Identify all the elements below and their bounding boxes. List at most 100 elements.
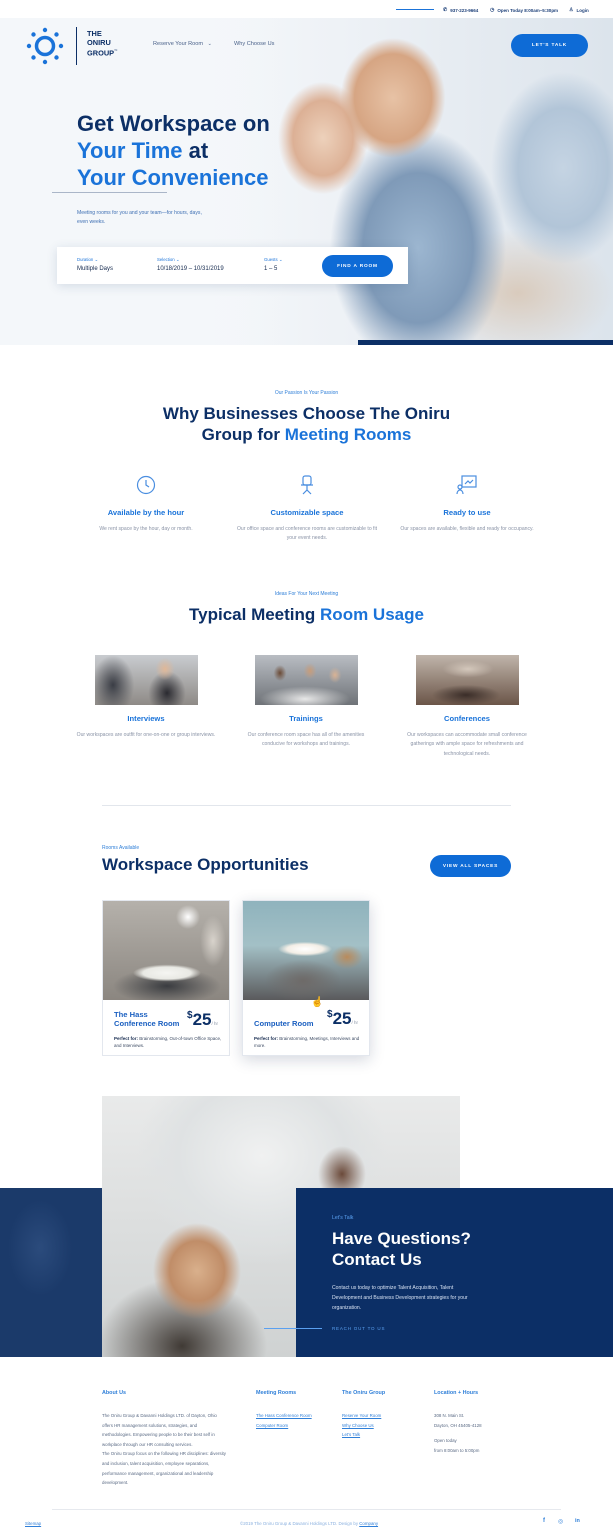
usage-desc: Our workspaces are outfit for one-on-one… (76, 732, 216, 738)
why-title-line-1: Why Businesses Choose The Oniru (162, 404, 451, 423)
room-price-unit: / hr (351, 1020, 358, 1025)
logo-line-3-text: GROUP (87, 48, 115, 58)
nav-reserve-label: Reserve Your Room (153, 41, 204, 47)
hero-title-at: at (182, 138, 209, 163)
why-title-line-2-text: Group for (201, 425, 285, 444)
room-price: $25/ hr (327, 1009, 358, 1029)
perfect-for-label: Perfect for: (254, 1036, 279, 1041)
footer-group-links: Reserve Your Room Why Choose Us Let's Ta… (342, 1411, 381, 1440)
usage-title: Typical Meeting Room Usage (0, 604, 613, 625)
contact-link-line (264, 1328, 322, 1329)
logo-tm: ™ (114, 49, 118, 53)
guests-value: 1 – 5 (264, 266, 278, 272)
rooms-eyebrow: Rooms Available (102, 845, 140, 851)
rooms-title: Workspace Opportunities (102, 855, 309, 874)
usage-desc: Our conference room space has all of the… (247, 732, 365, 748)
duration-select[interactable]: Duration ⌄ Multiple Days (77, 257, 113, 272)
view-all-spaces-button[interactable]: VIEW ALL SPACES (430, 855, 511, 877)
lets-talk-button[interactable]: LET'S TALK (511, 34, 588, 57)
facebook-icon[interactable]: f (543, 1518, 545, 1524)
nav-why[interactable]: Why Choose Us (234, 41, 274, 47)
selection-label-text: Selection (157, 257, 175, 262)
contact-panel: Let's Talk Have Questions? Contact Us Con… (264, 1188, 613, 1357)
sun-logo-icon (26, 27, 64, 65)
find-room-button[interactable]: FIND A ROOM (322, 255, 393, 277)
usage-title-trainings: Trainings (289, 714, 323, 723)
top-bar: ✆ 937-223-9664 ◷ Open Today 8:00am–5:30p… (0, 0, 613, 18)
phone-number: 937-223-9664 (450, 7, 479, 13)
interviews-photo (94, 655, 198, 705)
logo-line-3: GROUP™ (87, 47, 118, 57)
selection-date-picker[interactable]: Selection ⌄ 10/18/2019 – 10/31/2019 (157, 257, 224, 272)
hero-title: Get Workspace on Your Time at Your Conve… (77, 110, 307, 191)
room-perfect-for: Perfect for: Brainstorming, Out-of-town … (114, 1035, 224, 1049)
duration-label: Duration ⌄ (77, 257, 113, 263)
selection-value: 10/18/2019 – 10/31/2019 (157, 266, 224, 272)
room-price-value: 25 (192, 1010, 212, 1029)
feature-desc: We rent space by the hour, day or month. (99, 526, 193, 532)
login-link[interactable]: ♙ Login (569, 7, 589, 13)
hero-title-highlight-1: Your Time (77, 138, 183, 163)
phone-link[interactable]: ✆ 937-223-9664 (443, 7, 478, 13)
usage-title-highlight: Room Usage (320, 605, 424, 624)
room-name-line-1: Computer Room (254, 1019, 314, 1028)
footer-address-line-1: 308 N. Main St. (434, 1413, 465, 1418)
chair-icon (301, 475, 313, 495)
hours-info: ◷ Open Today 8:00am–5:30pm (490, 7, 558, 13)
phone-icon: ✆ (443, 7, 448, 13)
instagram-icon[interactable]: ◎ (558, 1518, 563, 1525)
feature-ready: Ready to use Our spaces are available, f… (392, 474, 542, 534)
clock-icon: ◷ (490, 7, 495, 13)
designer-link[interactable]: Company (359, 1521, 378, 1526)
feature-desc: Our office space and conference rooms ar… (236, 526, 378, 541)
topbar-divider (396, 9, 434, 10)
footer-location-title: Location + Hours (434, 1390, 479, 1396)
hero-accent-band (358, 340, 613, 345)
logo[interactable]: THE ONIRU GROUP™ (26, 27, 136, 67)
room-card-computer[interactable]: Computer Room $25/ hr Perfect for: Brain… (242, 900, 370, 1056)
hand-cursor-icon: ☝ (311, 997, 324, 1008)
why-eyebrow: Our Passion Is Your Passion (274, 390, 339, 396)
footer-link-why[interactable]: Why Choose Us (342, 1421, 381, 1431)
contact-title: Have Questions? Contact Us (332, 1228, 471, 1270)
hero-title-line-1: Get Workspace on (77, 111, 270, 136)
chevron-down-icon: ⌄ (207, 41, 212, 47)
footer-group-title: The Oniru Group (342, 1390, 386, 1396)
footer-address-line-2: Dayton, OH 45405-4128 (434, 1422, 482, 1428)
guests-label: Guests ⌄ (264, 257, 282, 263)
contact-title-line-2: Contact Us (332, 1250, 422, 1269)
feature-desc: Our spaces are available, flexible and r… (400, 526, 534, 532)
footer-divider (52, 1509, 561, 1510)
footer-link-hass[interactable]: The Hass Conference Room (256, 1411, 312, 1421)
feature-title: Available by the hour (107, 508, 185, 517)
sitemap-link[interactable]: Sitemap (25, 1519, 41, 1529)
nav-reserve[interactable]: Reserve Your Room ⌄ (153, 41, 212, 47)
section-divider (102, 805, 511, 806)
trainings-photo (254, 655, 358, 705)
reach-out-link[interactable]: REACH OUT TO US (332, 1326, 385, 1331)
room-price-unit: / hr (211, 1021, 218, 1026)
copyright-text: ©2019 The Oniru Group & Davanni Holdings… (240, 1521, 360, 1526)
logo-line-1: THE (87, 29, 102, 38)
footer-link-computer[interactable]: Computer Room (256, 1421, 312, 1431)
hours-text: Open Today 8:00am–5:30pm (497, 7, 559, 13)
hero-title-line-3: Your Convenience (77, 165, 269, 190)
guests-select[interactable]: Guests ⌄ 1 – 5 (264, 257, 282, 272)
room-card-hass[interactable]: The Hass Conference Room $25/ hr Perfect … (102, 900, 230, 1056)
footer-link-reserve[interactable]: Reserve Your Room (342, 1411, 381, 1421)
guests-label-text: Guests (264, 257, 278, 262)
contact-desc: Contact us today to optimize Talent Acqu… (332, 1285, 468, 1311)
nav-why-label: Why Choose Us (234, 41, 275, 47)
computer-room-photo (243, 901, 369, 1000)
clock-icon (136, 475, 156, 495)
footer-link-talk[interactable]: Let's Talk (342, 1430, 381, 1440)
usage-title-text: Typical Meeting (189, 605, 321, 624)
why-title-highlight: Meeting Rooms (284, 425, 412, 444)
hass-room-photo (103, 901, 229, 1000)
room-name-line-2: Conference Room (114, 1019, 180, 1028)
footer-about-p2: The Oniru Group focus on the following H… (102, 1451, 226, 1486)
hero-divider (52, 192, 167, 193)
logo-divider (76, 27, 77, 65)
user-icon: ♙ (569, 7, 574, 13)
linkedin-icon[interactable]: in (575, 1518, 580, 1524)
